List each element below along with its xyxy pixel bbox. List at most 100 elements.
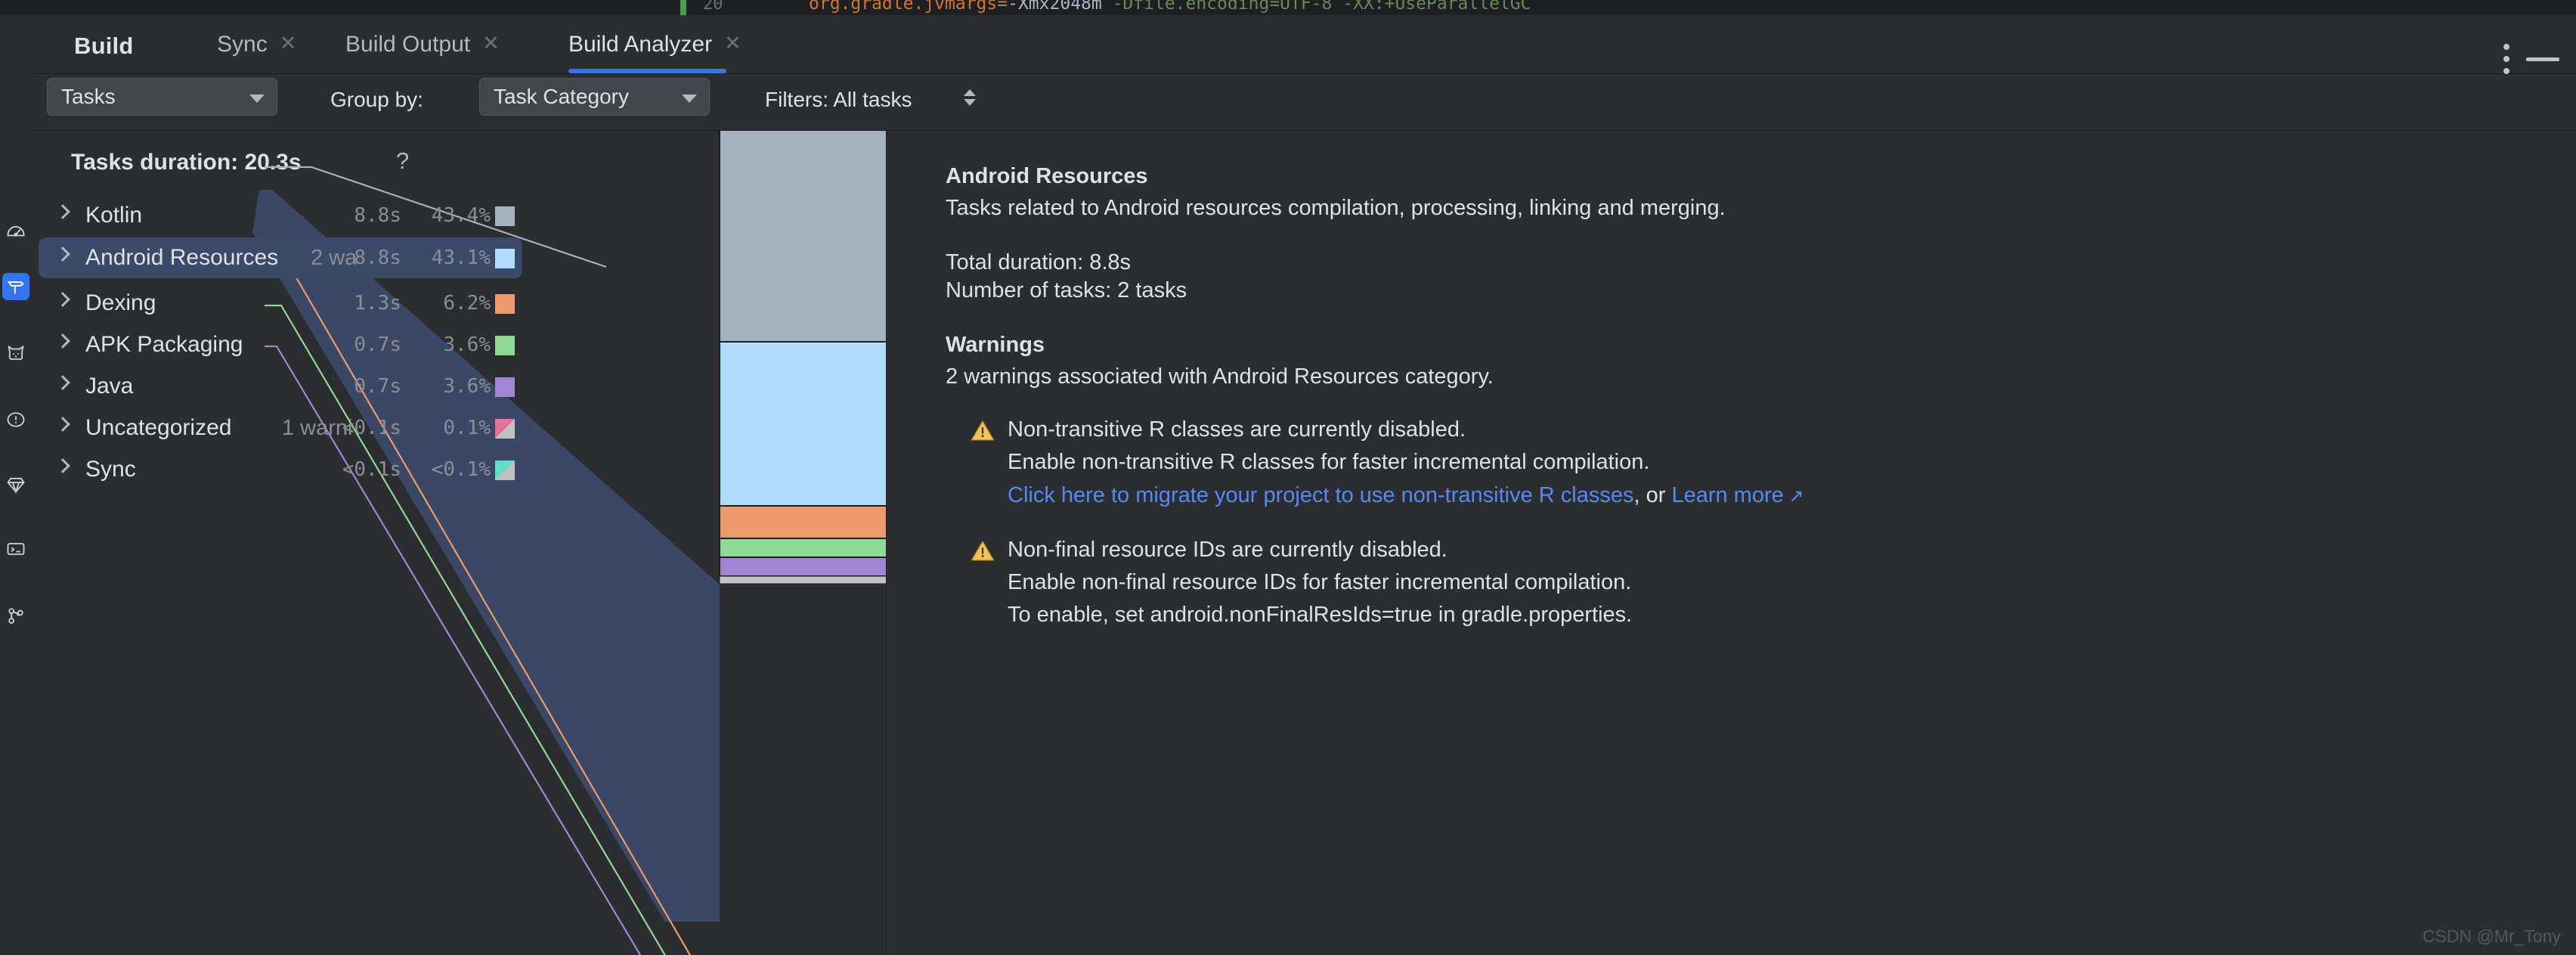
tab-bar: Build Sync ✕ Build Output ✕ Build Analyz… <box>32 15 2576 74</box>
row-percent: 43.1% <box>431 247 491 269</box>
vertical-dots-icon[interactable] <box>2503 44 2509 74</box>
terminal-icon[interactable] <box>2 535 29 563</box>
row-duration: <0.1s <box>342 458 401 481</box>
row-percent: 0.1% <box>443 417 491 439</box>
row-percent: 3.6% <box>443 375 491 398</box>
warning-line-1: Non-final resource IDs are currently dis… <box>1008 537 1447 562</box>
row-label: Android Resources <box>85 245 279 270</box>
row-label: Dexing <box>85 290 156 315</box>
chevron-right-icon[interactable] <box>55 247 70 262</box>
table-row[interactable]: APK Packaging 0.7s 3.6% <box>39 324 522 365</box>
detail-total-duration: Total duration: 8.8s <box>946 250 1132 274</box>
color-swatch <box>495 294 515 314</box>
row-percent: 43.4% <box>431 204 491 227</box>
chevron-down-icon <box>249 95 265 103</box>
category-detail-pane: Android Resources Tasks related to Andro… <box>887 130 2576 955</box>
group-by-select[interactable]: Task Category <box>479 78 710 116</box>
close-icon[interactable]: ✕ <box>482 33 500 54</box>
tab-sync-label: Sync <box>217 31 268 57</box>
table-row[interactable]: Dexing 1.3s 6.2% <box>39 283 522 324</box>
color-swatch <box>495 249 515 268</box>
warning-triangle-icon <box>970 418 995 448</box>
tab-build-output[interactable]: Build Output ✕ <box>345 15 500 73</box>
filters-button[interactable]: Filters: All tasks <box>765 88 912 112</box>
row-label: APK Packaging <box>85 332 243 357</box>
help-icon[interactable]: ? <box>396 147 409 175</box>
sort-updown-icon[interactable] <box>964 89 976 106</box>
chevron-right-icon[interactable] <box>55 458 70 473</box>
problems-warning-icon[interactable] <box>2 406 29 433</box>
tab-build-analyzer-label: Build Analyzer <box>568 31 713 57</box>
warnings-heading: Warnings <box>946 333 1045 357</box>
close-icon[interactable]: ✕ <box>280 33 297 54</box>
table-row[interactable]: Kotlin 8.8s 43.4% <box>39 195 522 236</box>
chevron-right-icon[interactable] <box>55 204 70 219</box>
row-duration: 8.8s <box>354 247 401 269</box>
panel-title: Build <box>74 33 134 59</box>
row-percent: <0.1% <box>431 458 491 481</box>
gauge-icon[interactable] <box>2 219 29 247</box>
warning-line-2: Enable non-transitive R classes for fast… <box>1008 450 1650 475</box>
migrate-link[interactable]: Click here to migrate your project to us… <box>1008 483 1633 507</box>
warning-triangle-icon <box>970 538 995 568</box>
group-by-label: Group by: <box>330 88 423 111</box>
chevron-right-icon[interactable] <box>55 375 70 390</box>
warning-item: Non-final resource IDs are currently dis… <box>946 535 2546 630</box>
group-by-select-value: Task Category <box>494 85 629 108</box>
minimize-icon[interactable] <box>2526 57 2559 61</box>
editor-sliver: 20 org.gradle.jvmargs=-Xmx2048m -Dfile.e… <box>0 0 2576 15</box>
row-label: Sync <box>85 457 136 482</box>
cat-logcat-icon[interactable] <box>2 340 29 367</box>
editor-code-mid: -Xmx2048m <box>1008 0 1102 14</box>
detail-content: Android Resources Tasks related to Andro… <box>946 164 2546 634</box>
external-link-icon: ↗ <box>1783 485 1804 507</box>
tasks-duration-header: Tasks duration: 20.3s <box>71 150 302 175</box>
version-control-icon[interactable] <box>2 602 29 629</box>
color-swatch <box>495 460 515 480</box>
warning-line-2: Enable non-final resource IDs for faster… <box>1008 570 1632 595</box>
editor-code-rest: -Dfile.encoding=UTF-8 -XX:+UseParallelGC <box>1101 0 1531 14</box>
table-row[interactable]: Android Resources 2 wa 8.8s 43.1% <box>39 237 522 278</box>
row-label: Uncategorized <box>85 415 232 440</box>
table-row[interactable]: Sync <0.1s <0.1% <box>39 449 522 490</box>
detail-description: Tasks related to Android resources compi… <box>946 196 1726 220</box>
chevron-right-icon[interactable] <box>55 292 70 307</box>
row-percent: 3.6% <box>443 333 491 356</box>
row-percent: 6.2% <box>443 292 491 315</box>
warning-line-1: Non-transitive R classes are currently d… <box>1008 417 1466 442</box>
task-category-pane: Tasks duration: 20.3s ? Kotlin 8.8s 43.4… <box>32 130 887 955</box>
chevron-down-icon <box>682 95 697 103</box>
tool-window-strip <box>0 15 33 954</box>
color-swatch <box>495 336 515 355</box>
close-icon[interactable]: ✕ <box>724 33 742 54</box>
tab-active-underline <box>568 69 726 73</box>
color-swatch <box>495 419 515 439</box>
view-select[interactable]: Tasks <box>47 78 277 116</box>
view-select-value: Tasks <box>61 85 116 108</box>
analyzer-toolbar: Tasks Group by: Task Category Filters: A… <box>32 74 2576 119</box>
learn-more-link[interactable]: Learn more <box>1671 483 1783 507</box>
tab-sync[interactable]: Sync ✕ <box>217 15 296 73</box>
table-row[interactable]: Java 0.7s 3.6% <box>39 366 522 407</box>
table-row[interactable]: Uncategorized 1 warni <0.1s 0.1% <box>39 408 522 448</box>
chevron-right-icon[interactable] <box>55 417 70 432</box>
chevron-right-icon[interactable] <box>55 333 70 349</box>
warning-item: Non-transitive R classes are currently d… <box>946 415 2546 510</box>
row-label: Kotlin <box>85 203 143 228</box>
watermark: CSDN @Mr_Tony <box>2422 926 2561 946</box>
gradle-diamond-icon[interactable] <box>2 471 29 498</box>
editor-code-line: org.gradle.jvmargs=-Xmx2048m -Dfile.enco… <box>809 0 1531 14</box>
editor-line-number: 20 <box>703 0 723 14</box>
tab-build-output-label: Build Output <box>345 31 471 57</box>
link-separator: , or <box>1633 482 1672 507</box>
tab-build-analyzer[interactable]: Build Analyzer ✕ <box>568 15 742 73</box>
hammer-icon[interactable] <box>2 273 29 300</box>
row-duration: 0.7s <box>354 333 401 356</box>
row-warning-count: 2 wa <box>311 245 356 270</box>
row-duration: 0.7s <box>354 375 401 398</box>
editor-code-prefix: org.gradle.jvmargs= <box>809 0 1008 14</box>
warning-line-3: To enable, set android.nonFinalResIds=tr… <box>1008 603 1633 628</box>
analyzer-content: Tasks duration: 20.3s ? Kotlin 8.8s 43.4… <box>32 130 2576 955</box>
